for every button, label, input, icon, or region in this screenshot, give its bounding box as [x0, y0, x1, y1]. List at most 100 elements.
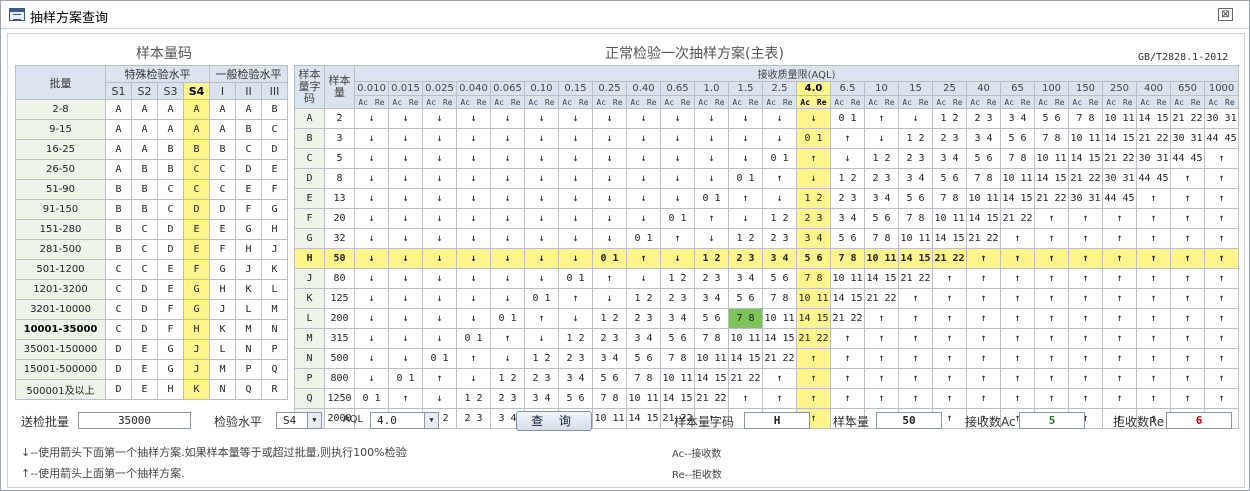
- arrow-down-icon: ↓: [694, 108, 729, 129]
- ac-re-cell: 3 4: [898, 168, 933, 189]
- chevron-down-icon[interactable]: ▼: [424, 413, 438, 428]
- ac-re-cell: 1 2: [796, 188, 831, 209]
- code-cell: C: [183, 179, 210, 200]
- arrow-down-icon: ↓: [660, 108, 695, 129]
- arrow-down-icon: ↓: [490, 188, 525, 209]
- lot-row: 151-280 B C D E E G H: [15, 219, 289, 240]
- ac-re-cell: 1 2: [592, 308, 627, 329]
- ac-re-cell: 5 6: [830, 228, 865, 249]
- arrow-up-icon: ↑: [1034, 268, 1069, 289]
- code-cell: B: [183, 139, 210, 160]
- arrow-down-icon: ↓: [456, 248, 491, 269]
- ac-re-cell: 7 8: [1034, 128, 1069, 149]
- plan-row: N 500 ↓ ↓ 0 1 ↑ ↓ 1 22 33 45 67 8 10 11 14 15 21 2…: [294, 348, 1240, 369]
- arrow-down-icon: ↓: [354, 268, 389, 289]
- lot-row: 3201-10000 C D F G J L M: [15, 299, 289, 320]
- arrow-up-icon: ↑: [796, 368, 831, 389]
- close-button[interactable]: ⊠: [1218, 8, 1233, 21]
- arrow-up-icon: ↑: [966, 328, 1001, 349]
- code-cell: A: [183, 99, 210, 120]
- lot-row: 2-8 A A A A A A B: [15, 99, 289, 120]
- arrow-down-icon: ↓: [354, 168, 389, 189]
- code-cell: R: [260, 379, 289, 400]
- level-label: 检验水平: [214, 415, 263, 429]
- code-cell: C: [183, 159, 210, 180]
- ac-re-cell: 1 2: [456, 388, 491, 409]
- arrow-up-icon: ↑: [422, 368, 457, 389]
- ac-re-cell: 14 15: [932, 228, 967, 249]
- chevron-down-icon[interactable]: ▼: [307, 413, 321, 428]
- arrow-up-icon: ↑: [1136, 208, 1171, 229]
- ac-re-cell: 3 4: [796, 228, 831, 249]
- arrow-up-icon: ↑: [1170, 368, 1205, 389]
- arrow-up-icon: ↑: [1102, 368, 1137, 389]
- plan-row: D 8 ↓ ↓ ↓ ↓ ↓ ↓ ↓ ↓ ↓ ↓ ↓ 0 1 ↑ ↓ 1 22 33 45 67 8 10 11 14…: [294, 168, 1240, 189]
- ac-re-cell: 14 15: [1000, 188, 1035, 209]
- arrow-up-icon: ↑: [1136, 228, 1171, 249]
- code-cell: C: [209, 179, 236, 200]
- re-header-label: Re: [1225, 97, 1235, 107]
- ac-re-cell: 1 2: [762, 208, 797, 229]
- arrow-up-icon: ↑: [762, 388, 797, 409]
- re-header-label: Re: [510, 97, 521, 107]
- aql-column-header: 250: [1102, 81, 1137, 96]
- ac-header-label: Ac: [1208, 97, 1219, 107]
- lot-size-input[interactable]: 35000: [78, 412, 191, 429]
- arrow-down-icon: ↓: [456, 188, 491, 209]
- lot-range-cell: 16-25: [15, 139, 106, 160]
- code-cell: K: [260, 259, 289, 280]
- sample-code-caption: 样本量码: [136, 46, 192, 62]
- arrow-down-icon: ↓: [524, 248, 559, 269]
- arrow-down-icon: ↓: [354, 288, 389, 309]
- ac-re-header: Ac Re: [490, 95, 525, 109]
- aql-label: AQL: [343, 414, 364, 425]
- aql-column-header: 0.015: [388, 81, 423, 96]
- ac-re-cell: 14 15: [864, 268, 899, 289]
- ac-re-cell: 21 22: [762, 348, 797, 369]
- arrow-down-icon: ↓: [558, 188, 593, 209]
- query-button[interactable]: 查 询: [516, 411, 592, 431]
- ac-header-label: Ac: [970, 97, 981, 107]
- arrow-down-icon: ↓: [456, 228, 491, 249]
- ac-re-cell: 2 3: [558, 348, 593, 369]
- sampling-plan-table: 样本量字码 样本量 接收质量限(AQL) 0.010 0.015 0.025 0.04…: [294, 65, 1240, 429]
- arrow-up-icon: ↑: [1203, 328, 1240, 349]
- level-select[interactable]: S4 ▼: [276, 412, 322, 429]
- lot-range-cell: 151-280: [15, 219, 106, 240]
- ac-re-cell: 3 4: [524, 388, 559, 409]
- ac-header-label: Ac: [732, 97, 743, 107]
- re-header-label: Re: [816, 97, 827, 107]
- arrow-down-icon: ↓: [388, 348, 423, 369]
- code-cell: H: [260, 219, 289, 240]
- arrow-up-icon: ↑: [898, 388, 933, 409]
- ac-header-label: Ac: [664, 97, 675, 107]
- lot-range-cell: 35001-150000: [15, 339, 106, 360]
- ac-header-label: Ac: [460, 97, 471, 107]
- ac-re-cell: 14 15: [1102, 128, 1137, 149]
- app-window: 抽样方案查询 ⊠ 样本量码 正常检验一次抽样方案(主表) GB/T2828.1-…: [0, 0, 1250, 491]
- lot-range-cell: 91-150: [15, 199, 106, 220]
- ac-header-label: Ac: [528, 97, 539, 107]
- code-cell: E: [157, 259, 184, 280]
- aql-select[interactable]: 4.0 ▼: [370, 412, 439, 429]
- arrow-down-icon: ↓: [558, 208, 593, 229]
- aql-column-header: 1000: [1203, 81, 1240, 96]
- lot-range-cell: 500001及以上: [15, 379, 106, 400]
- arrow-down-icon: ↓: [762, 108, 797, 129]
- code-cell: A: [235, 99, 262, 120]
- arrow-up-icon: ↑: [966, 288, 1001, 309]
- ac-header-label: Ac: [698, 97, 709, 107]
- arrow-down-icon: ↓: [422, 228, 457, 249]
- lot-label: 送检批量: [21, 415, 70, 429]
- code-cell: A: [105, 159, 132, 180]
- plan-row: K 125 ↓ ↓ ↓ ↓ ↓ 0 1 ↑ ↓ 1 22 33 45 67 8 10 11 14 15 2…: [294, 288, 1240, 309]
- arrow-up-icon: ↑: [1170, 168, 1205, 189]
- code-cell: G: [260, 199, 289, 220]
- aql-value: 4.0: [377, 414, 397, 427]
- ac-header-label: Ac: [358, 97, 369, 107]
- arrow-down-icon: ↓: [422, 188, 457, 209]
- plan-row: M 315 ↓ ↓ ↓ 0 1 ↑ ↓ 1 22 33 45 67 8 10 11 14 15 21 …: [294, 328, 1240, 349]
- arrow-down-icon: ↓: [660, 248, 695, 269]
- aql-column-header: 15: [898, 81, 933, 96]
- ac-header-label: Ac: [1106, 97, 1117, 107]
